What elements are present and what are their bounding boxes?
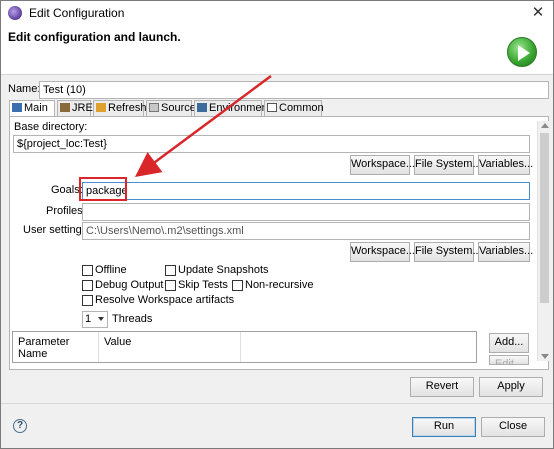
update-snapshots-checkbox[interactable] [165, 265, 176, 276]
goals-input[interactable]: package [82, 182, 530, 200]
tab-source-label: Source [161, 102, 196, 114]
separator [1, 403, 553, 404]
update-snapshots-label: Update Snapshots [178, 264, 269, 276]
scroll-down-icon[interactable] [541, 354, 549, 359]
annotation-highlight-box [79, 177, 127, 201]
close-icon[interactable]: ✕ [527, 3, 549, 23]
edit-parameter-button[interactable]: Edit... [489, 355, 529, 365]
profiles-label: Profiles: [46, 205, 86, 217]
parameters-table[interactable]: Parameter Name Value [12, 331, 477, 363]
environment-icon [197, 103, 207, 112]
title-bar: Edit Configuration ✕ [1, 1, 553, 27]
revert-button[interactable]: Revert [410, 377, 474, 397]
edit-configuration-dialog: Edit Configuration ✕ Edit configuration … [0, 0, 554, 449]
jre-icon [60, 103, 70, 112]
refresh-icon [96, 103, 106, 112]
resolve-workspace-label: Resolve Workspace artifacts [95, 294, 235, 306]
header-heading: Edit configuration and launch. [8, 30, 181, 44]
debug-output-label: Debug Output [95, 279, 164, 291]
tab-refresh-label: Refresh [108, 102, 147, 114]
header-banner: Edit configuration and launch. [1, 27, 553, 75]
apply-button[interactable]: Apply [479, 377, 543, 397]
close-button[interactable]: Close [481, 417, 545, 437]
profiles-input[interactable] [82, 203, 530, 221]
file-system-button[interactable]: File System... [414, 155, 482, 175]
tab-environment-label: Environment [209, 102, 271, 114]
base-directory-input[interactable]: ${project_loc:Test} [13, 135, 530, 153]
main-tab-icon [12, 103, 22, 112]
chevron-down-icon [98, 317, 104, 321]
user-settings-label: User settings: [23, 224, 91, 236]
column-header-parameter-name[interactable]: Parameter Name [13, 332, 99, 362]
offline-checkbox[interactable] [82, 265, 93, 276]
tab-main[interactable]: Main [9, 100, 55, 117]
threads-label: Threads [112, 313, 153, 325]
common-icon [267, 103, 277, 112]
tab-main-label: Main [24, 102, 48, 114]
variables-button[interactable]: Variables... [478, 155, 533, 175]
non-recursive-label: Non-recursive [245, 279, 314, 291]
threads-value: 1 [85, 313, 92, 325]
resolve-workspace-checkbox[interactable] [82, 295, 93, 306]
source-icon [149, 103, 159, 112]
vertical-scrollbar[interactable] [537, 121, 551, 361]
tab-common[interactable]: Common [264, 100, 324, 116]
scroll-up-icon[interactable] [541, 123, 549, 128]
workspace-button-2[interactable]: Workspace... [350, 242, 415, 262]
help-icon[interactable]: ? [13, 419, 27, 433]
eclipse-icon [8, 6, 22, 20]
offline-label: Offline [95, 264, 127, 276]
run-icon [507, 37, 537, 67]
non-recursive-checkbox[interactable] [232, 280, 243, 291]
run-button[interactable]: Run [412, 417, 476, 437]
name-label: Name: [8, 83, 41, 95]
tab-jre[interactable]: JRE [57, 100, 93, 116]
workspace-button[interactable]: Workspace... [350, 155, 415, 175]
column-header-value[interactable]: Value [99, 332, 241, 362]
skip-tests-label: Skip Tests [178, 279, 228, 291]
tab-common-label: Common [279, 102, 324, 114]
tab-jre-label: JRE [72, 102, 93, 114]
tab-environment[interactable]: Environment [194, 100, 271, 116]
file-system-button-2[interactable]: File System... [414, 242, 482, 262]
base-directory-label: Base directory: [14, 121, 88, 133]
debug-output-checkbox[interactable] [82, 280, 93, 291]
scroll-thumb[interactable] [540, 133, 549, 303]
name-input[interactable]: Test (10) [39, 81, 549, 99]
variables-button-2[interactable]: Variables... [478, 242, 533, 262]
add-parameter-button[interactable]: Add... [489, 333, 529, 353]
tab-source[interactable]: Source [146, 100, 196, 116]
user-settings-input[interactable]: C:\Users\Nemo\.m2\settings.xml [82, 222, 530, 240]
tab-refresh[interactable]: Refresh [93, 100, 147, 116]
threads-select[interactable]: 1 [82, 311, 108, 328]
window-title: Edit Configuration [29, 6, 125, 20]
skip-tests-checkbox[interactable] [165, 280, 176, 291]
